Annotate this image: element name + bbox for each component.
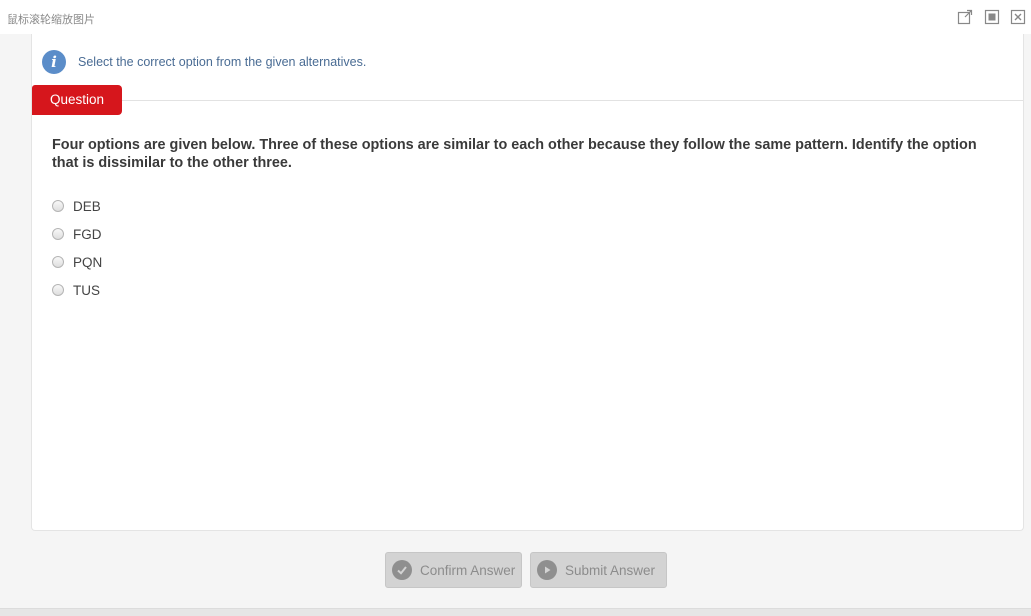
close-icon[interactable] — [1010, 9, 1026, 25]
option-4[interactable]: TUS — [52, 276, 102, 304]
confirm-answer-button[interactable]: Confirm Answer — [385, 552, 522, 588]
option-label: TUS — [73, 282, 100, 298]
question-panel: i Select the correct option from the giv… — [31, 34, 1024, 531]
radio-button[interactable] — [52, 284, 64, 296]
window-title: 鼠标滚轮缩放图片 — [7, 13, 95, 26]
popout-icon[interactable] — [957, 9, 973, 25]
confirm-answer-label: Confirm Answer — [420, 562, 516, 578]
tab-divider — [122, 100, 1023, 101]
submit-answer-button[interactable]: Submit Answer — [530, 552, 667, 588]
title-bar: 鼠标滚轮缩放图片 — [0, 0, 1031, 34]
option-3[interactable]: PQN — [52, 248, 102, 276]
maximize-icon[interactable] — [984, 9, 1000, 25]
option-2[interactable]: FGD — [52, 220, 102, 248]
info-icon: i — [42, 50, 66, 74]
radio-button[interactable] — [52, 200, 64, 212]
radio-button[interactable] — [52, 228, 64, 240]
instruction-text: Select the correct option from the given… — [78, 55, 367, 69]
option-label: FGD — [73, 226, 102, 242]
question-tab: Question — [32, 85, 122, 115]
play-icon — [537, 560, 557, 580]
question-text: Four options are given below. Three of t… — [52, 137, 977, 171]
options-list: DEB FGD PQN TUS — [52, 192, 102, 304]
app-window: 鼠标滚轮缩放图片 i Select the correct option fro… — [0, 0, 1031, 616]
option-label: PQN — [73, 254, 103, 270]
submit-answer-label: Submit Answer — [565, 562, 656, 578]
bottom-bar — [0, 608, 1031, 616]
instruction-row: i Select the correct option from the giv… — [42, 50, 366, 74]
option-1[interactable]: DEB — [52, 192, 102, 220]
radio-button[interactable] — [52, 256, 64, 268]
checkmark-icon — [392, 560, 412, 580]
option-label: DEB — [73, 198, 101, 214]
